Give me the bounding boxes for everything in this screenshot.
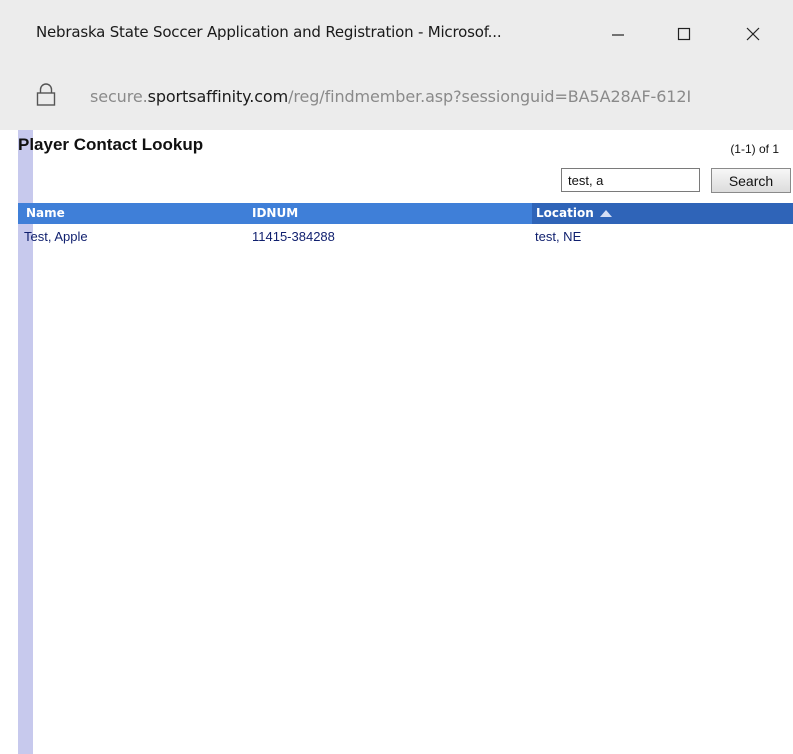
table-row[interactable]: Test, Apple 11415-384288 test, NE bbox=[18, 226, 793, 246]
cell-location: test, NE bbox=[535, 229, 582, 244]
table-header: Name IDNUM Location bbox=[18, 203, 793, 224]
window-titlebar: Nebraska State Soccer Application and Re… bbox=[0, 0, 793, 68]
column-header-label: IDNUM bbox=[252, 206, 299, 220]
cell-idnum: 11415-384288 bbox=[252, 229, 335, 244]
column-header-location[interactable]: Location bbox=[536, 206, 613, 221]
url-prefix: secure. bbox=[90, 87, 148, 106]
maximize-button[interactable] bbox=[661, 14, 707, 54]
column-header-name[interactable]: Name bbox=[26, 206, 65, 220]
close-icon bbox=[745, 26, 761, 42]
page-title: Player Contact Lookup bbox=[18, 135, 204, 154]
url-path: /reg/findmember.asp?sessionguid=BA5A28AF… bbox=[288, 87, 692, 106]
page-content: Player Contact Lookup (1-1) of 1 Search … bbox=[0, 130, 793, 754]
cell-name[interactable]: Test, Apple bbox=[24, 229, 88, 244]
url-domain: sportsaffinity.com bbox=[147, 87, 289, 106]
window-title: Nebraska State Soccer Application and Re… bbox=[36, 23, 502, 41]
minimize-icon bbox=[610, 26, 626, 42]
sort-up-icon bbox=[599, 207, 613, 221]
address-bar[interactable]: secure.sportsaffinity.com/reg/findmember… bbox=[0, 68, 793, 130]
column-header-label: Location bbox=[536, 206, 594, 220]
result-count: (1-1) of 1 bbox=[730, 142, 779, 156]
lock-icon bbox=[36, 82, 56, 113]
maximize-icon bbox=[676, 26, 692, 42]
url-text[interactable]: secure.sportsaffinity.com/reg/findmember… bbox=[90, 87, 691, 106]
search-input[interactable] bbox=[561, 168, 700, 192]
minimize-button[interactable] bbox=[595, 14, 641, 54]
column-header-label: Name bbox=[26, 206, 65, 220]
search-button[interactable]: Search bbox=[711, 168, 791, 193]
close-button[interactable] bbox=[730, 14, 776, 54]
column-header-idnum[interactable]: IDNUM bbox=[252, 206, 298, 220]
